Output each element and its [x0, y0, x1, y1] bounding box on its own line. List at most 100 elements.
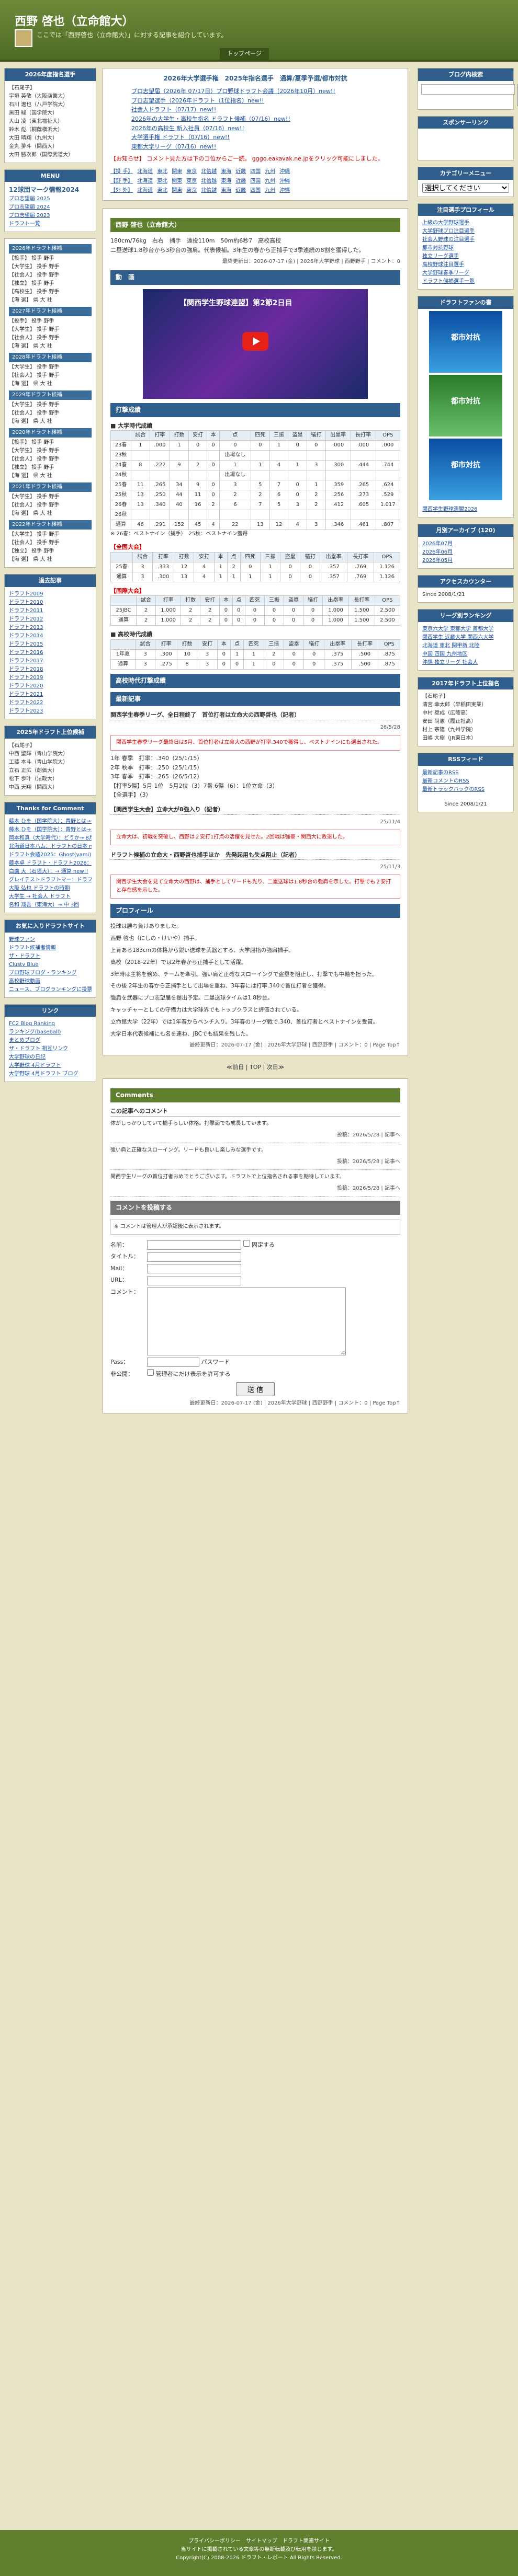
- archive-item[interactable]: ドラフト2010: [9, 599, 92, 607]
- year-row[interactable]: 【大学生】 投手 野手: [9, 531, 92, 539]
- link-item[interactable]: 大学野球 4月ドラフト ブログ: [9, 1070, 92, 1078]
- category-link[interactable]: 関東: [172, 187, 182, 195]
- year-row[interactable]: 【海 選】 県 大 社: [9, 380, 92, 388]
- year-row[interactable]: 【投手】 投手 野手: [9, 255, 92, 263]
- archive-item[interactable]: ドラフト2022: [9, 699, 92, 707]
- rss-link[interactable]: 最新コメントのRSS: [422, 777, 509, 786]
- category-link[interactable]: 東京: [186, 177, 197, 186]
- category-link[interactable]: 関東: [172, 168, 182, 176]
- category-link[interactable]: 九州: [265, 187, 275, 195]
- league-link[interactable]: 東京六大学 東都大学 首都大学: [422, 625, 509, 634]
- category-link[interactable]: 北海道: [137, 187, 153, 195]
- pick-line[interactable]: 大田 晴翔（九州大）: [9, 134, 92, 143]
- fixed-checkbox[interactable]: [243, 1239, 250, 1247]
- profile-link[interactable]: 高校野球注目選手: [422, 261, 509, 269]
- pick-2017[interactable]: 中村 奨成（広陵高）: [422, 709, 509, 718]
- category-link[interactable]: 北海道: [137, 168, 153, 176]
- ad-banner-2[interactable]: 都市対抗: [429, 374, 502, 436]
- title-input[interactable]: [147, 1252, 241, 1262]
- submit-button[interactable]: 送 信: [235, 1382, 275, 1396]
- year-title[interactable]: 2022年ドラフト候補: [9, 520, 92, 530]
- rss-link[interactable]: 最新トラックバックのRSS: [422, 786, 509, 794]
- category-link[interactable]: 東海: [221, 168, 231, 176]
- archive-item[interactable]: ドラフト2020: [9, 682, 92, 691]
- link-item[interactable]: FC2 Blog Ranking: [9, 1020, 92, 1028]
- profile-link[interactable]: 社会人野球の注目選手: [422, 236, 509, 244]
- archive-item[interactable]: ドラフト2016: [9, 649, 92, 657]
- link-item[interactable]: 大学野球の日記: [9, 1053, 92, 1062]
- pick-line[interactable]: 鈴木 彪（桐蔭横浜大）: [9, 126, 92, 134]
- recent-comment[interactable]: グレイテストドラフトマー：ドラフトに中継: [9, 876, 92, 884]
- footer-links[interactable]: プライバシーポリシー サイトマップ ドラフト関連サイト: [0, 2537, 518, 2546]
- category-link[interactable]: 近畿: [235, 177, 246, 186]
- league-link[interactable]: 沖縄 独立リーグ 社会人: [422, 659, 509, 667]
- pick-line[interactable]: 金丸 夢斗（関西大）: [9, 143, 92, 151]
- result-line[interactable]: 中西 聖輝（青山学院大）: [9, 750, 92, 758]
- pick-line[interactable]: 宇垣 英敬（大阪商業大）: [9, 93, 92, 101]
- category-link[interactable]: 北信越: [201, 168, 217, 176]
- profile-link[interactable]: ドラフト候補選手一覧: [422, 278, 509, 286]
- year-row[interactable]: 【大学生】 投手 野手: [9, 493, 92, 501]
- profile-link[interactable]: 大学野球プロ注目選手: [422, 227, 509, 236]
- year-row[interactable]: 【独立】 投手 野手: [9, 547, 92, 556]
- search-input[interactable]: [421, 84, 515, 95]
- year-row[interactable]: 【海 選】 県 大 社: [9, 556, 92, 564]
- comment-meta[interactable]: 投稿：2026/5/28 | 記事へ: [110, 1131, 400, 1140]
- article-title[interactable]: 関西学生春季リーグ、全日程終了 首位打者は立命大の西野啓也（記者）: [110, 710, 400, 721]
- rss-link[interactable]: 最新記事のRSS: [422, 769, 509, 777]
- year-row[interactable]: 【海 選】 県 大 社: [9, 342, 92, 351]
- category-link[interactable]: 北信越: [201, 187, 217, 195]
- profile-link[interactable]: 都市対抗野球: [422, 244, 509, 252]
- recent-comment[interactable]: 藤本卓 ドラフト・ドラフト2026：ドラフト new!!: [9, 859, 92, 868]
- year-row[interactable]: 【投手】 投手 野手: [9, 439, 92, 447]
- pick-line[interactable]: 黒田 駿（国学院大）: [9, 109, 92, 118]
- category-link[interactable]: 北信越: [201, 177, 217, 186]
- year-row[interactable]: 【社会人】 投手 野手: [9, 334, 92, 342]
- recent-comment[interactable]: 藤木 ひを（国学院大）：青野とは→ どうか new!!: [9, 826, 92, 834]
- top-list-item[interactable]: 2026年の大学生・高校生指名 ドラフト候補（07/16）new!!: [131, 114, 400, 124]
- archive-month[interactable]: 2026年07月: [422, 540, 509, 548]
- link-item[interactable]: ザ・ドラフト 相互リンク: [9, 1045, 92, 1053]
- top-list-item[interactable]: 社会人ドラフト（07/17）new!!: [131, 105, 400, 114]
- top-list-item[interactable]: プロ志望選手（2026年ドラフト（1位指名）new!!: [131, 96, 400, 106]
- year-row[interactable]: 【独立】 投手 野手: [9, 464, 92, 472]
- pick-2017[interactable]: 村上 宗隆（九州学院）: [422, 726, 509, 734]
- pager[interactable]: ≪前日 | TOP | 次日≫: [103, 1063, 408, 1072]
- league-link[interactable]: 関西学生 近畿大学 関西六大学: [422, 634, 509, 642]
- top-heading[interactable]: 2026年大学選手権 2025年指名選手 通算/夏季予選/都市対抗: [110, 74, 400, 84]
- archive-item[interactable]: ドラフト2014: [9, 632, 92, 640]
- year-row[interactable]: 【海 選】 県 大 社: [9, 418, 92, 426]
- secret-checkbox[interactable]: [147, 1369, 154, 1376]
- profile-link[interactable]: 上級の大学野球選手: [422, 219, 509, 227]
- year-row[interactable]: 【海 選】 県 大 社: [9, 510, 92, 518]
- pick-line[interactable]: 大田 勝次郎（国際武道大）: [9, 151, 92, 159]
- result-line[interactable]: 工藤 本斗（青山学院大）: [9, 758, 92, 767]
- url-input[interactable]: [147, 1275, 241, 1285]
- year-title[interactable]: 2027年ドラフト候補: [9, 307, 92, 317]
- category-link[interactable]: 沖縄: [279, 168, 290, 176]
- recent-comment[interactable]: 名和 翔吾（東海大）→ 中 3回: [9, 901, 92, 910]
- category-link[interactable]: 四国: [250, 168, 261, 176]
- category-link[interactable]: 北海道: [137, 177, 153, 186]
- friend-link[interactable]: ニュース、ブログランキングに投票: [9, 986, 92, 994]
- result-line[interactable]: 中西 天翔（関西大）: [9, 784, 92, 792]
- top-list-item[interactable]: 東都大学リーグ（07/16）new!!: [131, 142, 400, 152]
- menu-item[interactable]: プロ志望届 2024: [9, 203, 92, 212]
- link-item[interactable]: 大学野球 4月ドラフト: [9, 1062, 92, 1070]
- profile-link[interactable]: 大学野球春季リーグ: [422, 269, 509, 278]
- pick-2017[interactable]: 【石尾子】: [422, 693, 509, 701]
- year-title[interactable]: 2026年ドラフト候補: [9, 244, 92, 254]
- category-select[interactable]: 選択してください: [422, 182, 509, 193]
- year-row[interactable]: 【大学生】 投手 野手: [9, 401, 92, 409]
- year-row[interactable]: 【大学生】 投手 野手: [9, 326, 92, 334]
- result-line[interactable]: 立石 正広（創価大）: [9, 767, 92, 775]
- recent-comment[interactable]: 藤木 ひを（国学院大）：青野とは→ 野生 もん new!!: [9, 818, 92, 826]
- top-list-item[interactable]: 2026年の高校生 新入社員（07/16）new!!: [131, 124, 400, 133]
- recent-comment[interactable]: 白鷹 大（石垣大）：→ 通算 new!!: [9, 868, 92, 876]
- category-link[interactable]: 近畿: [235, 168, 246, 176]
- year-row[interactable]: 【社会人】 投手 野手: [9, 455, 92, 464]
- video-player[interactable]: 【関西学生野球連盟】第2節2日目: [143, 289, 368, 399]
- year-row[interactable]: 【社会人】 投手 野手: [9, 409, 92, 418]
- archive-item[interactable]: ドラフト2009: [9, 590, 92, 599]
- pick-2017[interactable]: 安田 尚憲（履正社高）: [422, 718, 509, 726]
